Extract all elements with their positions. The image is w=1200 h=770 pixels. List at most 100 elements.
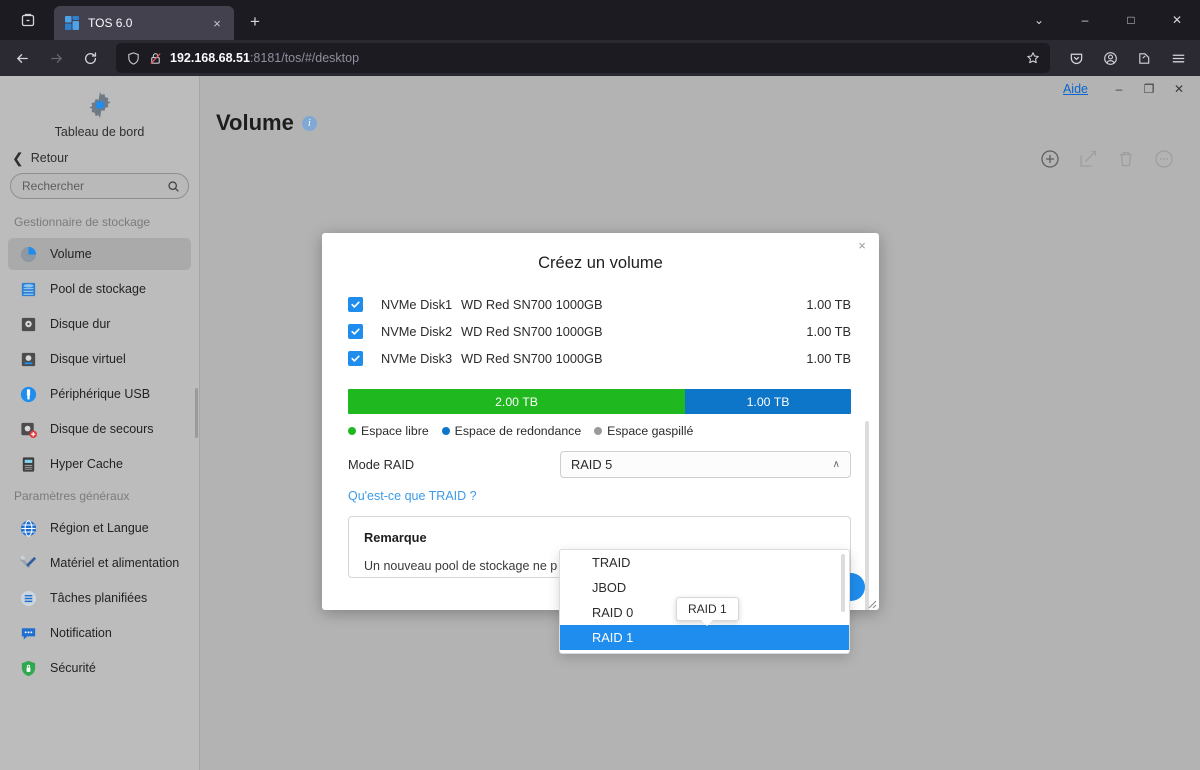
globe-icon	[18, 518, 38, 538]
disk-size: 1.00 TB	[806, 351, 851, 366]
capacity-free-segment: 2.00 TB	[348, 389, 686, 414]
volume-pie-icon	[18, 244, 38, 264]
tos-logo-icon	[64, 15, 80, 31]
sidebar-item-label: Volume	[50, 247, 92, 261]
sidebar-scrollbar[interactable]	[195, 388, 198, 438]
traid-help-link[interactable]: Qu'est-ce que TRAID ?	[348, 489, 851, 503]
browser-tabbar: TOS 6.0 × + ⌄ – □ ✕	[0, 0, 1200, 40]
sidebar-item-taches-planifiees[interactable]: Tâches planifiées	[8, 582, 191, 614]
sidebar-item-label: Périphérique USB	[50, 387, 151, 401]
capacity-bar: 2.00 TB 1.00 TB	[348, 389, 851, 414]
disk-name: NVMe Disk3	[381, 351, 453, 366]
disk-model: WD Red SN700 1000GB	[461, 297, 603, 312]
raid-mode-value: RAID 5	[571, 457, 613, 472]
content-toolbar	[1040, 149, 1174, 169]
sidebar-item-disque-de-secours[interactable]: Disque de secours	[8, 413, 191, 445]
sidebar: Tableau de bord ❮ Retour Rechercher Gest…	[0, 76, 200, 770]
back-icon[interactable]	[6, 43, 38, 73]
chevron-left-icon: ❮	[12, 150, 24, 166]
reload-icon[interactable]	[74, 43, 106, 73]
tos-window-topbar: Aide – ❐ ✕	[1063, 76, 1200, 102]
sidebar-item-materiel-et-alimentation[interactable]: Matériel et alimentation	[8, 547, 191, 579]
disk-row[interactable]: NVMe Disk1 WD Red SN700 1000GB 1.00 TB	[348, 291, 851, 318]
raid-mode-select[interactable]: RAID 5 ∧	[560, 451, 851, 478]
hyper-cache-icon	[18, 454, 38, 474]
add-icon[interactable]	[1040, 149, 1060, 169]
browser-tab[interactable]: TOS 6.0 ×	[54, 6, 234, 40]
capacity-redundancy-segment: 1.00 TB	[685, 389, 851, 414]
search-icon	[168, 180, 179, 192]
sidebar-back-label: Retour	[30, 151, 69, 165]
dropdown-scrollbar[interactable]	[841, 554, 845, 612]
remark-title: Remarque	[364, 530, 427, 545]
sidebar-item-securite[interactable]: Sécurité	[8, 652, 191, 684]
search-input[interactable]: Rechercher	[10, 173, 189, 199]
disk-name: NVMe Disk1	[381, 297, 453, 312]
app-menu-icon[interactable]	[1162, 43, 1194, 73]
sidebar-item-label: Notification	[50, 626, 112, 640]
sidebar-item-label: Matériel et alimentation	[50, 556, 180, 570]
sidebar-item-label: Tâches planifiées	[50, 591, 148, 605]
dropdown-option-traid[interactable]: TRAID	[560, 550, 849, 575]
dialog-close-icon[interactable]: ×	[854, 238, 870, 254]
tos-minimize-button[interactable]: –	[1104, 77, 1134, 101]
raid-tooltip: RAID 1	[676, 597, 739, 626]
chevron-up-icon: ∧	[832, 459, 840, 470]
dropdown-option-raid1[interactable]: RAID 1	[560, 625, 849, 650]
dialog-scrollbar[interactable]	[865, 421, 869, 610]
list-all-tabs-icon[interactable]	[8, 4, 48, 36]
window-close-button[interactable]: ✕	[1154, 0, 1200, 40]
disk-checkbox[interactable]	[348, 351, 363, 366]
tos-desktop: Aide – ❐ ✕ Tableau de bord ❮ Retour Rech…	[0, 76, 1200, 770]
sidebar-item-region-et-langue[interactable]: Région et Langue	[8, 512, 191, 544]
address-bar[interactable]: 192.168.68.51:8181/tos/#/desktop	[116, 43, 1050, 73]
legend-item: Espace libre	[348, 424, 429, 438]
sidebar-item-disque-virtuel[interactable]: Disque virtuel	[8, 343, 191, 375]
tab-title: TOS 6.0	[88, 16, 133, 30]
disk-row[interactable]: NVMe Disk2 WD Red SN700 1000GB 1.00 TB	[348, 318, 851, 345]
account-icon[interactable]	[1094, 43, 1126, 73]
window-maximize-button[interactable]: □	[1108, 0, 1154, 40]
pocket-icon[interactable]	[1060, 43, 1092, 73]
disk-checkbox[interactable]	[348, 297, 363, 312]
info-icon[interactable]: i	[301, 115, 317, 131]
insecure-lock-icon[interactable]	[148, 51, 163, 66]
page-title: Volume i	[216, 110, 317, 136]
sidebar-item-pool-de-stockage[interactable]: Pool de stockage	[8, 273, 191, 305]
help-link[interactable]: Aide	[1063, 82, 1088, 96]
browser-toolbar-right	[1060, 43, 1194, 73]
url-path: :8181/tos/#/desktop	[249, 51, 360, 65]
legend-label: Espace libre	[361, 424, 429, 438]
tab-overflow-chevron-icon[interactable]: ⌄	[1016, 0, 1062, 40]
bookmark-star-icon[interactable]	[1020, 45, 1046, 71]
sidebar-item-volume[interactable]: Volume	[8, 238, 191, 270]
legend-label: Espace gaspillé	[607, 424, 694, 438]
hard-disk-icon	[18, 314, 38, 334]
gear-icon	[88, 91, 111, 119]
dialog-resize-handle[interactable]	[865, 596, 877, 609]
sidebar-item-disque-dur[interactable]: Disque dur	[8, 308, 191, 340]
tos-restore-button[interactable]: ❐	[1134, 77, 1164, 101]
sidebar-item-notification[interactable]: Notification	[8, 617, 191, 649]
sidebar-item-label: Disque dur	[50, 317, 111, 331]
spare-disk-icon	[18, 419, 38, 439]
sidebar-back-button[interactable]: ❮ Retour	[0, 145, 199, 173]
sidebar-header[interactable]: Tableau de bord	[0, 76, 199, 145]
sidebar-group-label-storage: Gestionnaire de stockage	[14, 215, 151, 229]
tab-close-icon[interactable]: ×	[208, 14, 226, 32]
legend-dot	[441, 427, 450, 435]
window-minimize-button[interactable]: –	[1062, 0, 1108, 40]
browser-window: TOS 6.0 × + ⌄ – □ ✕ 192.168.68.51:8181/t…	[0, 0, 1200, 770]
sidebar-item-peripherique-usb[interactable]: Périphérique USB	[8, 378, 191, 410]
disk-checkbox[interactable]	[348, 324, 363, 339]
new-tab-button[interactable]: +	[240, 7, 270, 37]
sidebar-item-label: Sécurité	[50, 661, 96, 675]
more-icon	[1154, 149, 1174, 169]
sidebar-item-hyper-cache[interactable]: Hyper Cache	[8, 448, 191, 480]
sidebar-item-label: Pool de stockage	[50, 282, 146, 296]
tos-close-button[interactable]: ✕	[1164, 77, 1194, 101]
delete-icon	[1116, 149, 1136, 169]
disk-size: 1.00 TB	[806, 297, 851, 312]
disk-row[interactable]: NVMe Disk3 WD Red SN700 1000GB 1.00 TB	[348, 345, 851, 372]
extensions-icon[interactable]	[1128, 43, 1160, 73]
